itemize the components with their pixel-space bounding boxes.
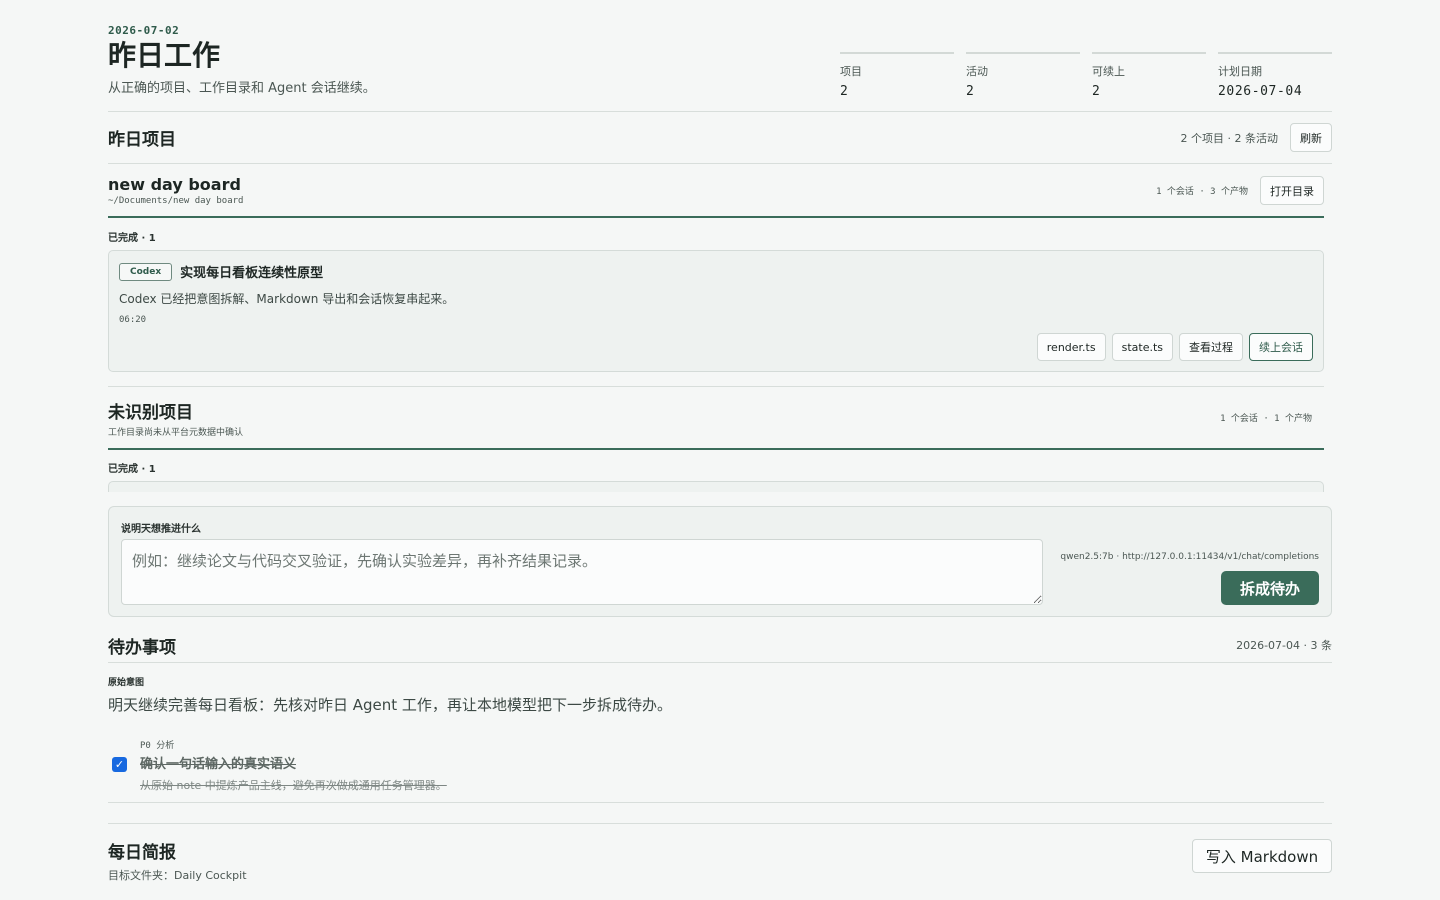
todo-title[interactable]: 确认一句话输入的真实语义 xyxy=(140,753,296,772)
intent-text: 明天继续完善每日看板：先核对昨日 Agent 工作，再让本地模型把下一步拆成待办… xyxy=(108,696,672,714)
daily-brief-title: 每日简报 xyxy=(108,843,176,863)
yesterday-projects-header: 昨日项目 2 个项目 · 2 条活动 刷新 xyxy=(108,112,1332,164)
stats-row: 项目 2 活动 2 可续上 2 计划日期 2026-07-04 xyxy=(840,52,1332,99)
todo-priority-category: P0 分析 xyxy=(140,741,175,751)
split-todos-button[interactable]: 拆成待办 xyxy=(1221,571,1319,605)
header-date: 2026-07-02 xyxy=(108,24,180,37)
activity-title: 实现每日看板连续性原型 xyxy=(180,266,324,281)
unknown-project-subtitle: 工作目录尚未从平台元数据中确认 xyxy=(108,427,244,438)
stat-value: 2 xyxy=(840,84,849,99)
unknown-card-peek xyxy=(108,481,1324,492)
stat-label: 项目 xyxy=(840,65,862,78)
stat-value: 2 xyxy=(966,84,975,99)
page-header: 2026-07-02 昨日工作 从正确的项目、工作目录和 Agent 会话继续。… xyxy=(108,24,1332,112)
intent-composer: 说明天想推进什么 qwen2.5:7b · http://127.0.0.1:1… xyxy=(108,506,1332,617)
todos-meta: 2026-07-04 · 3 条 xyxy=(1236,639,1332,652)
stat-plan-date: 计划日期 2026-07-04 xyxy=(1218,52,1332,99)
stat-projects: 项目 2 xyxy=(840,52,954,99)
stat-label: 活动 xyxy=(966,65,988,78)
yesterday-meta: 2 个项目 · 2 条活动 xyxy=(1180,131,1278,145)
todos-title: 待办事项 xyxy=(108,637,176,658)
artifact-state-ts-button[interactable]: state.ts xyxy=(1111,333,1173,361)
project-name: new day board xyxy=(108,175,241,194)
todos-header: 待办事项 2026-07-04 · 3 条 xyxy=(108,628,1332,663)
section-title: 昨日项目 xyxy=(108,130,176,150)
intent-input[interactable] xyxy=(121,539,1043,605)
todo-note: 从原始 note 中提炼产品主线，避免再次做成通用任务管理器。 xyxy=(140,779,447,792)
activity-time: 06:20 xyxy=(119,315,147,325)
check-icon: ✓ xyxy=(114,758,125,771)
project-meta: 1 个会话 · 3 个产物 xyxy=(1156,187,1248,197)
stat-label: 计划日期 xyxy=(1218,65,1262,78)
group-label-completed: 已完成 · 1 xyxy=(108,233,156,244)
intent-label: 原始意图 xyxy=(108,678,145,688)
refresh-button[interactable]: 刷新 xyxy=(1290,123,1332,152)
view-process-button[interactable]: 查看过程 xyxy=(1179,333,1243,361)
intent-block: 原始意图 明天继续完善每日看板：先核对昨日 Agent 工作，再让本地模型把下一… xyxy=(108,675,672,715)
unknown-project-header: 未识别项目 工作目录尚未从平台元数据中确认 1 个会话 · 1 个产物 xyxy=(108,386,1324,450)
project-header: new day board ~/Documents/new day board … xyxy=(108,165,1324,218)
activity-card: Codex 实现每日看板连续性原型 Codex 已经把意图拆解、Markdown… xyxy=(108,250,1324,372)
unknown-group-label: 已完成 · 1 xyxy=(108,464,156,475)
write-markdown-button[interactable]: 写入 Markdown xyxy=(1192,839,1332,873)
stat-value: 2 xyxy=(1092,84,1101,99)
composer-label: 说明天想推进什么 xyxy=(121,524,201,535)
todo-item: ✓ P0 分析 确认一句话输入的真实语义 从原始 note 中提炼产品主线，避免… xyxy=(108,735,1324,803)
stat-activities: 活动 2 xyxy=(966,52,1080,99)
project-path: ~/Documents/new day board xyxy=(108,196,244,206)
model-endpoint: qwen2.5:7b · http://127.0.0.1:11434/v1/c… xyxy=(1060,552,1319,562)
daily-brief-section: 每日简报 目标文件夹：Daily Cockpit 写入 Markdown xyxy=(108,823,1332,883)
unknown-project-meta: 1 个会话 · 1 个产物 xyxy=(1220,414,1312,424)
artifact-render-ts-button[interactable]: render.ts xyxy=(1036,333,1106,361)
activity-description: Codex 已经把意图拆解、Markdown 导出和会话恢复串起来。 xyxy=(119,292,455,306)
agent-badge: Codex xyxy=(119,262,173,281)
stat-label: 可续上 xyxy=(1092,65,1125,78)
stat-value: 2026-07-04 xyxy=(1218,84,1303,99)
unknown-project-title: 未识别项目 xyxy=(108,402,193,423)
todo-checkbox[interactable]: ✓ xyxy=(112,757,127,772)
resume-session-button[interactable]: 续上会话 xyxy=(1249,333,1313,361)
daily-brief-target: 目标文件夹：Daily Cockpit xyxy=(108,869,247,882)
stat-resumable: 可续上 2 xyxy=(1092,52,1206,99)
open-directory-button[interactable]: 打开目录 xyxy=(1260,176,1324,205)
